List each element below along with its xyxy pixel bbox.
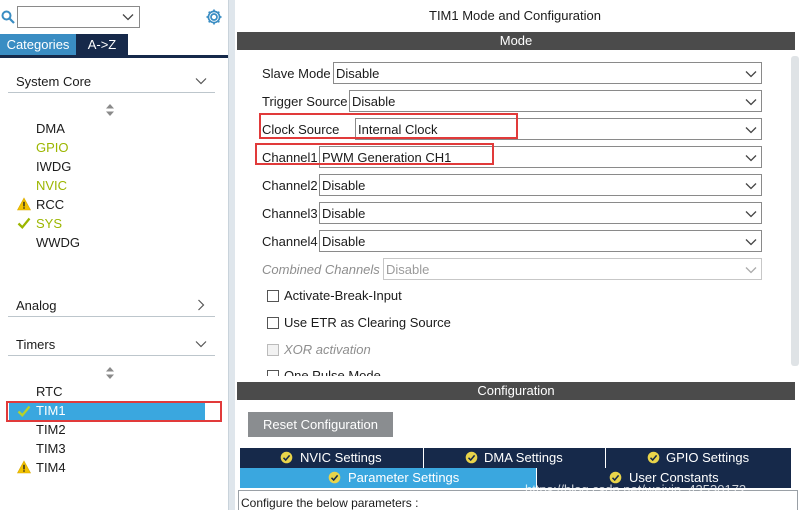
checkbox-label: One Pulse Mode [284, 368, 381, 376]
chevron-down-icon [745, 267, 757, 274]
tab-label: NVIC Settings [300, 450, 382, 465]
sidebar-item-wwdg[interactable]: WWDG [36, 233, 80, 252]
trigger-source-select[interactable]: Disable [349, 90, 762, 112]
warning-icon [17, 197, 31, 211]
select-value: Disable [322, 206, 366, 221]
checkbox-box[interactable] [267, 370, 279, 376]
chevron-down-icon [195, 341, 207, 348]
highlight-box-clock-source [259, 113, 518, 139]
highlight-box-channel1 [255, 143, 494, 165]
chevron-down-icon [745, 71, 757, 78]
tab-label: DMA Settings [484, 450, 563, 465]
checkbox-box [267, 344, 279, 356]
chevron-right-icon [198, 299, 205, 311]
sort-icon[interactable] [105, 367, 115, 379]
checkbox-box[interactable] [267, 317, 279, 329]
section-timers[interactable]: Timers [8, 332, 215, 356]
field-label: Channel2 [262, 178, 318, 193]
sidebar-item-sys[interactable]: SYS [36, 214, 62, 233]
check-circle-icon [647, 451, 660, 464]
gear-icon[interactable] [205, 8, 223, 26]
chevron-down-icon[interactable] [122, 11, 134, 23]
sidebar-item-rtc[interactable]: RTC [36, 382, 62, 401]
tabs-underline [0, 55, 228, 58]
check-circle-icon [465, 451, 478, 464]
sort-icon[interactable] [105, 104, 115, 116]
watermark-text: https://blog.csdn.net/weixin_43530172 [525, 482, 747, 497]
select-value: Disable [322, 234, 366, 249]
highlight-box-tim1 [6, 401, 222, 422]
tab-nvic-settings[interactable]: NVIC Settings [240, 448, 424, 468]
chevron-down-icon [745, 183, 757, 190]
sidebar-item-tim4[interactable]: TIM4 [36, 458, 66, 477]
check-circle-icon [280, 451, 293, 464]
chevron-down-icon [745, 127, 757, 134]
mode-area: Slave Mode Disable Trigger Source Disabl… [237, 50, 805, 376]
chevron-down-icon [745, 155, 757, 162]
right-panel: TIM1 Mode and Configuration Mode Slave M… [235, 0, 806, 510]
field-label: Trigger Source [262, 94, 348, 109]
combined-channels-select: Disable [383, 258, 762, 280]
checkbox-box[interactable] [267, 290, 279, 302]
chevron-down-icon [745, 99, 757, 106]
sidebar-item-tim2[interactable]: TIM2 [36, 420, 66, 439]
field-label: Combined Channels [262, 262, 380, 277]
tab-label: Parameter Settings [348, 470, 460, 485]
chevron-down-icon [745, 239, 757, 246]
mode-scrollbar[interactable] [791, 56, 799, 372]
tab-label: GPIO Settings [666, 450, 750, 465]
check-circle-icon [328, 471, 341, 484]
checkbox-label: XOR activation [284, 342, 371, 357]
slave-mode-select[interactable]: Disable [333, 62, 762, 84]
sidebar-item-rcc[interactable]: RCC [36, 195, 64, 214]
select-value: Disable [336, 66, 380, 81]
panel-splitter[interactable] [228, 0, 235, 510]
reset-configuration-button[interactable]: Reset Configuration [248, 412, 393, 437]
sidebar-item-iwdg[interactable]: IWDG [36, 157, 71, 176]
warning-icon [17, 460, 31, 474]
tab-parameter-settings[interactable]: Parameter Settings [240, 468, 537, 488]
field-label: Slave Mode [262, 66, 331, 81]
section-label: Timers [16, 337, 56, 352]
left-panel: Categories A->Z System Core DMA GPIO IWD… [0, 0, 228, 510]
search-icon[interactable] [1, 10, 15, 24]
section-label: System Core [16, 74, 92, 89]
select-value: Disable [386, 262, 430, 277]
mode-header[interactable]: Mode [237, 32, 795, 50]
tab-gpio-settings[interactable]: GPIO Settings [606, 448, 792, 468]
view-tabs: Categories A->Z [0, 34, 128, 55]
check-icon [17, 217, 31, 230]
field-label: Channel3 [262, 206, 318, 221]
tab-categories[interactable]: Categories [0, 34, 76, 55]
parameters-instruction: Configure the below parameters : [241, 496, 419, 510]
checkbox-label: Activate-Break-Input [284, 288, 402, 303]
page-title: TIM1 Mode and Configuration [429, 8, 601, 23]
sidebar-item-gpio[interactable]: GPIO [36, 138, 69, 157]
select-value: Disable [352, 94, 396, 109]
channel3-select[interactable]: Disable [319, 202, 762, 224]
sidebar-item-nvic[interactable]: NVIC [36, 176, 67, 195]
scrollbar-thumb[interactable] [791, 56, 799, 366]
tab-a-to-z[interactable]: A->Z [76, 34, 128, 55]
channel2-select[interactable]: Disable [319, 174, 762, 196]
sidebar-item-dma[interactable]: DMA [36, 119, 65, 138]
sidebar-item-tim3[interactable]: TIM3 [36, 439, 66, 458]
select-value: Disable [322, 178, 366, 193]
section-label: Analog [16, 298, 57, 313]
field-label: Channel4 [262, 234, 318, 249]
channel4-select[interactable]: Disable [319, 230, 762, 252]
tab-dma-settings[interactable]: DMA Settings [424, 448, 606, 468]
chevron-down-icon [195, 78, 207, 85]
search-row [0, 6, 228, 30]
configuration-header[interactable]: Configuration [237, 382, 795, 400]
section-system-core[interactable]: System Core [8, 69, 215, 93]
checkbox-label: Use ETR as Clearing Source [284, 315, 451, 330]
chevron-down-icon [745, 211, 757, 218]
section-analog[interactable]: Analog [8, 293, 215, 317]
